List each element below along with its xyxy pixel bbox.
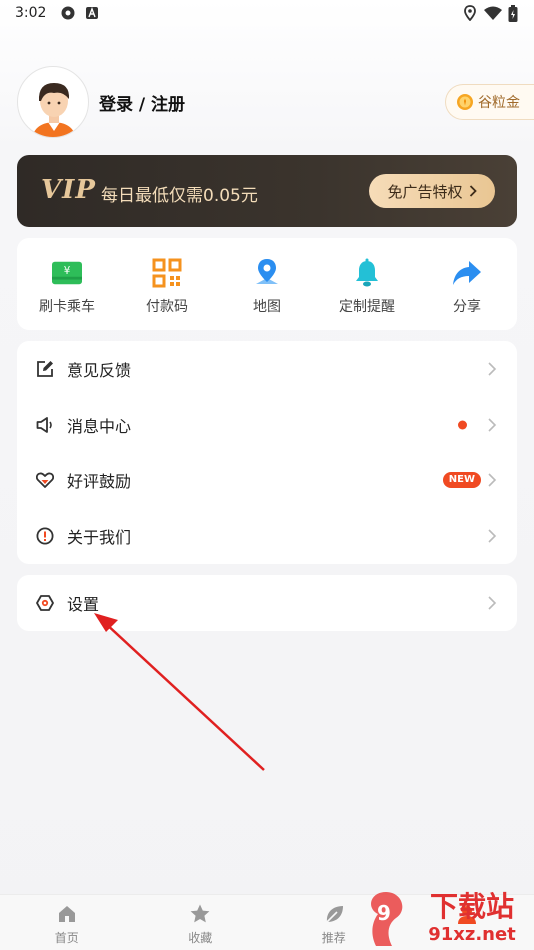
quick-action-label: 定制提醒 [339, 299, 395, 315]
chevron-right-icon [488, 596, 497, 610]
info-icon [35, 526, 55, 546]
vip-logo: VIP [41, 175, 96, 205]
qrcode-icon [152, 258, 182, 288]
ad-free-label: 免广告特权 [387, 182, 463, 201]
menu-item-label: 好评鼓励 [67, 472, 132, 492]
avatar-icon [32, 83, 76, 137]
menu-item-label: 意见反馈 [67, 360, 132, 380]
quick-action-pay-code[interactable]: 付款码 [117, 238, 217, 330]
tab-label: 收藏 [188, 931, 213, 945]
avatar[interactable] [17, 66, 89, 138]
speaker-icon [35, 415, 55, 435]
share-icon [452, 258, 482, 288]
menu-list: 意见反馈 消息中心 好评鼓励 NEW 关于我们 [17, 341, 517, 564]
menu-item-messages[interactable]: 消息中心 [17, 397, 517, 453]
quick-action-map[interactable]: 地图 [217, 238, 317, 330]
menu-item-label: 消息中心 [67, 416, 132, 436]
vip-text: 每日最低仅需0.05元 [101, 186, 258, 206]
menu-item-feedback[interactable]: 意见反馈 [17, 341, 517, 397]
unread-dot [458, 420, 467, 430]
battery-icon [508, 5, 518, 22]
status-bar: 3:02 [0, 0, 534, 28]
tab-home[interactable]: 首页 [0, 895, 134, 950]
settings-card: 设置 [17, 575, 517, 631]
vip-banner[interactable]: VIP 每日最低仅需0.05元 免广告特权 [17, 155, 517, 227]
tab-label: 首页 [54, 931, 79, 945]
chevron-right-icon [488, 529, 497, 543]
quick-actions: ¥ 刷卡乘车 付款码 地图 定制提醒 分享 [17, 238, 517, 330]
leaf-icon [323, 903, 345, 925]
quick-action-card-ride[interactable]: ¥ 刷卡乘车 [17, 238, 117, 330]
location-icon [464, 5, 476, 21]
quick-action-label: 地图 [253, 299, 281, 315]
quick-action-label: 付款码 [146, 299, 188, 315]
feedback-icon [35, 359, 55, 379]
settings-icon [35, 593, 55, 613]
heart-icon [35, 470, 55, 490]
profile-icon [456, 903, 478, 925]
wifi-icon [484, 6, 502, 20]
chevron-right-icon [469, 185, 477, 197]
app-status-icon [86, 7, 98, 19]
coin-icon [457, 94, 473, 110]
menu-item-settings[interactable]: 设置 [17, 575, 517, 631]
quick-action-reminder[interactable]: 定制提醒 [317, 238, 417, 330]
quick-action-label: 刷卡乘车 [39, 299, 95, 315]
tab-favorites[interactable]: 收藏 [134, 895, 268, 950]
svg-text:¥: ¥ [64, 265, 71, 277]
login-register-link[interactable]: 登录 / 注册 [99, 90, 185, 115]
chevron-right-icon [488, 473, 497, 487]
card-icon: ¥ [52, 258, 82, 288]
chevron-right-icon [488, 418, 497, 432]
tab-label: 推荐 [321, 931, 346, 945]
map-pin-icon [252, 258, 282, 288]
ad-free-button[interactable]: 免广告特权 [369, 174, 495, 208]
tab-recommend[interactable]: 推荐 [267, 895, 401, 950]
gear-status-icon [61, 6, 75, 20]
bell-icon [352, 258, 382, 288]
quick-action-label: 分享 [453, 299, 481, 315]
menu-item-label: 设置 [67, 595, 100, 614]
coin-button[interactable]: 谷粒金 [445, 84, 534, 120]
tab-profile[interactable] [401, 895, 534, 950]
new-badge: NEW [442, 472, 481, 489]
bottom-tab-bar: 首页 收藏 推荐 [0, 894, 534, 950]
status-time: 3:02 [15, 5, 47, 21]
menu-item-rate[interactable]: 好评鼓励 NEW [17, 453, 517, 509]
menu-item-about[interactable]: 关于我们 [17, 508, 517, 564]
menu-item-label: 关于我们 [67, 528, 132, 548]
profile-header[interactable]: 登录 / 注册 谷粒金 [17, 66, 534, 138]
quick-action-share[interactable]: 分享 [417, 238, 517, 330]
chevron-right-icon [488, 362, 497, 376]
star-icon [189, 903, 211, 925]
home-icon [56, 903, 78, 925]
coin-label: 谷粒金 [478, 95, 520, 111]
